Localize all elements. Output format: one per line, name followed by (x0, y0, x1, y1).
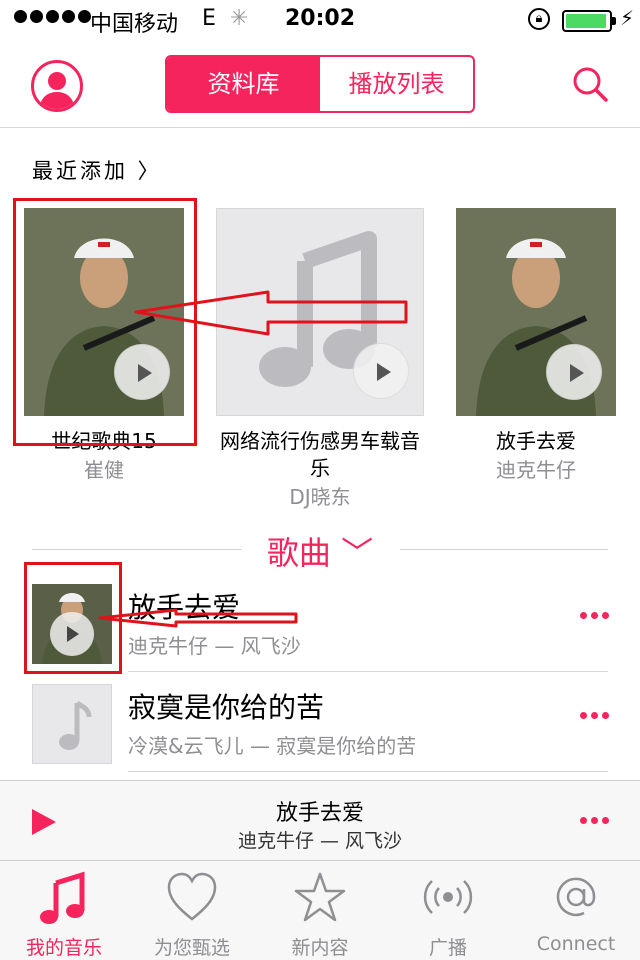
annotation-arrow (134, 290, 408, 336)
annotation-arrows (98, 290, 408, 628)
annotation-arrow (98, 608, 298, 628)
